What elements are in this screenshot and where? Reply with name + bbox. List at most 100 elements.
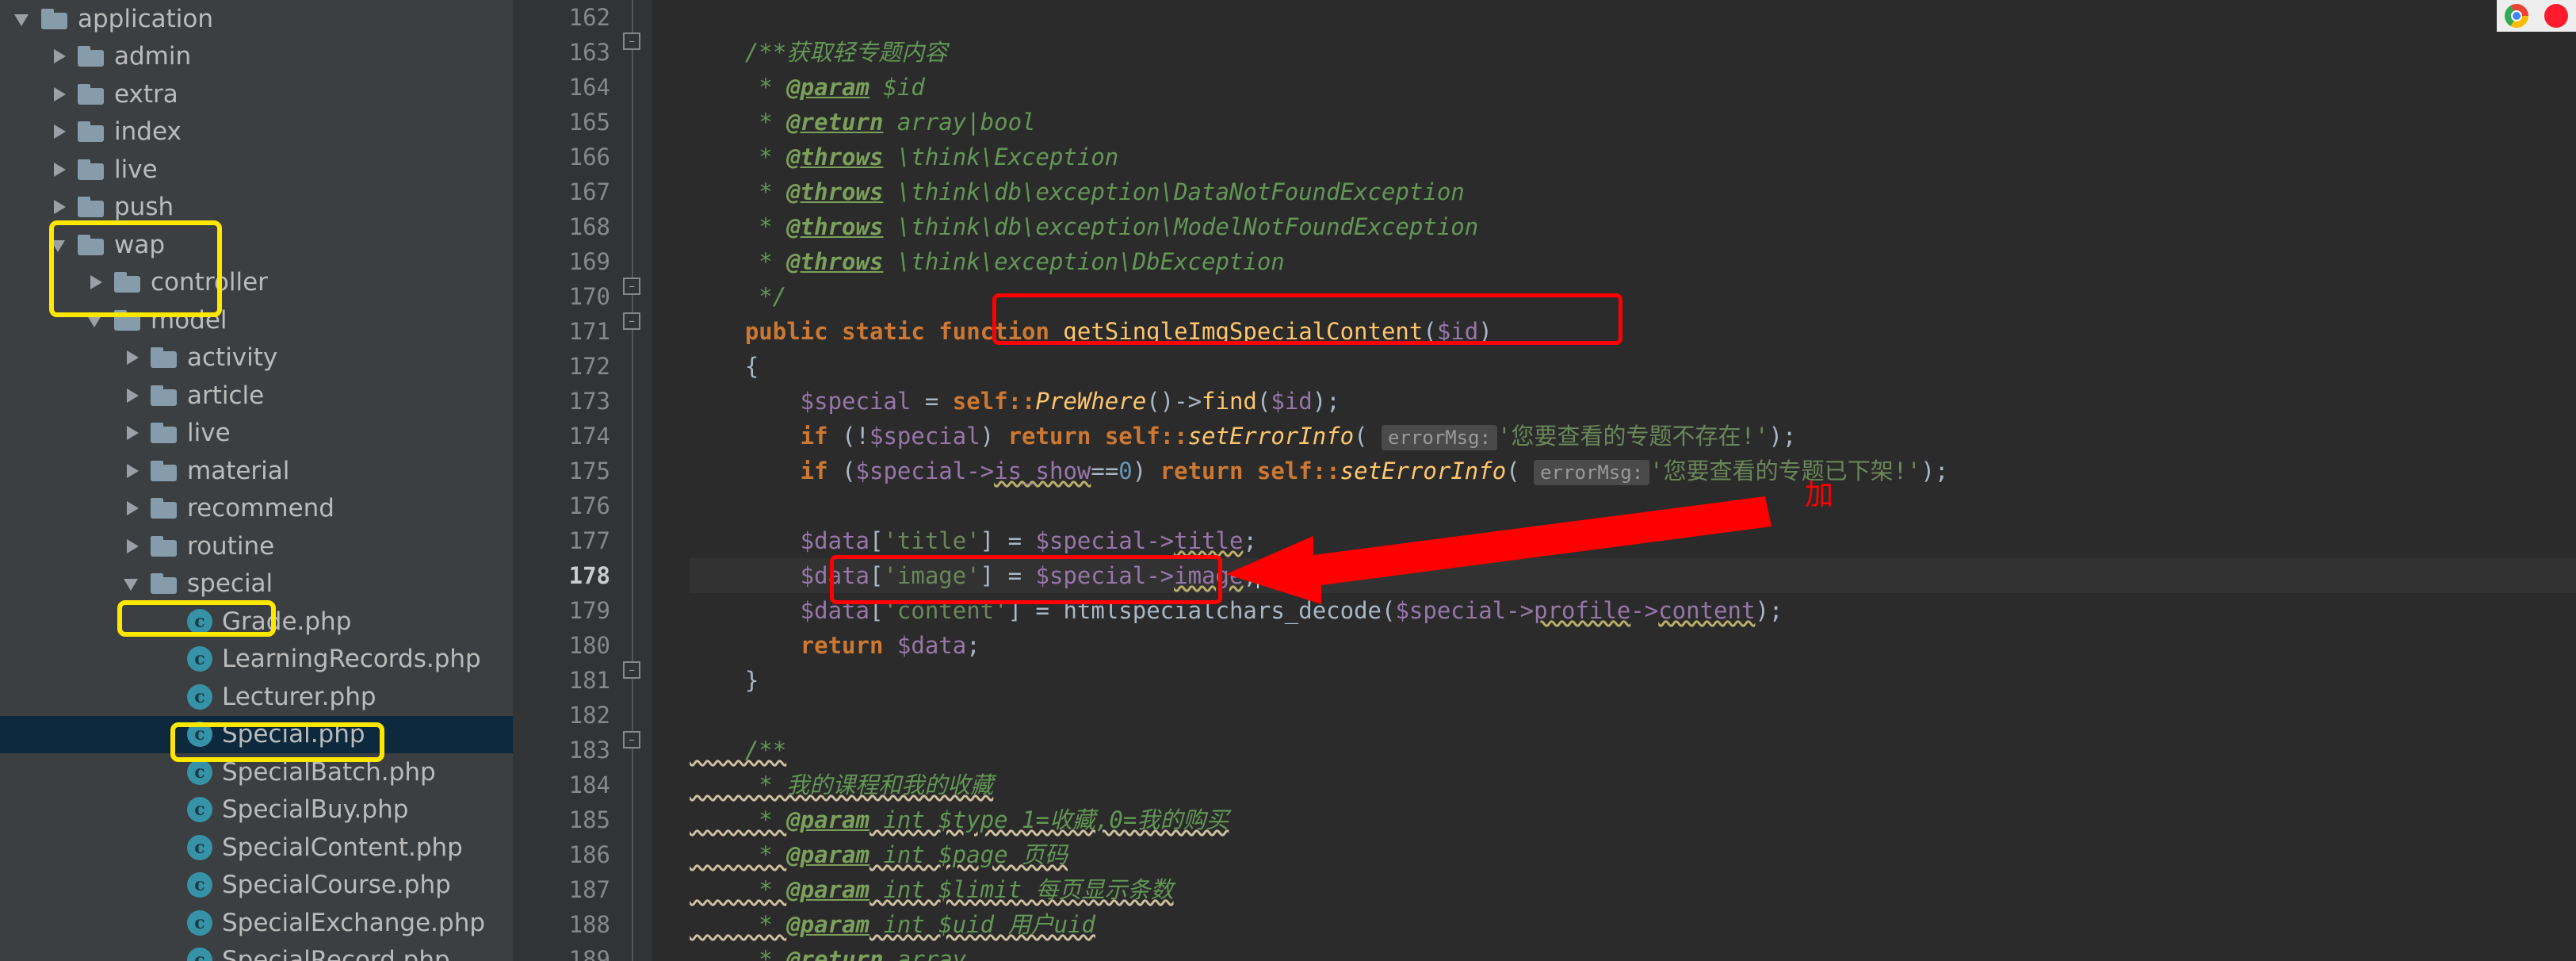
fold-marker-181[interactable]: – <box>623 661 640 679</box>
chevron-right-icon[interactable] <box>120 421 144 445</box>
code-line-182[interactable] <box>690 698 2576 733</box>
chevron-down-icon[interactable] <box>11 7 35 31</box>
editor-area[interactable]: 162 163 164 165 166 167 168 169 170 171 172 173 174 1… <box>513 0 2576 961</box>
tree-item-live[interactable]: live <box>0 415 513 453</box>
code-line-176[interactable] <box>690 488 2576 523</box>
code-line-165[interactable]: * @return array|bool <box>690 105 2576 140</box>
tree-item-specialbatch-php[interactable]: c SpecialBatch.php <box>0 753 513 791</box>
chevron-right-icon[interactable] <box>120 459 144 483</box>
tree-item-recommend[interactable]: recommend <box>0 490 513 528</box>
chevron-right-icon[interactable] <box>84 270 108 294</box>
project-tree-panel[interactable]: application admin extra index live push wap con… <box>0 0 513 961</box>
keyword-if: if <box>690 458 843 484</box>
tree-item-admin[interactable]: admin <box>0 38 513 76</box>
bracket: ] = <box>980 562 1036 589</box>
code-line-189[interactable]: * @return array <box>690 942 2576 961</box>
tree-item-learningrecords-php[interactable]: c LearningRecords.php <box>0 641 513 679</box>
fold-marker-183[interactable]: – <box>623 731 640 749</box>
code-line-170[interactable]: */ <box>690 279 2576 314</box>
tree-item-article[interactable]: article <box>0 377 513 415</box>
code-line-180[interactable]: return $data; <box>690 628 2576 663</box>
tree-item-label: SpecialBuy.php <box>222 795 409 825</box>
code-text[interactable]: /**获取轻专题内容 * @param $id * @return array|… <box>652 0 2576 961</box>
chevron-right-icon[interactable] <box>120 346 144 369</box>
tree-item-index[interactable]: index <box>0 113 513 151</box>
annotation-label-add: 加 <box>1805 479 1834 511</box>
code-line-167[interactable]: * @throws \think\db\exception\DataNotFou… <box>690 174 2576 209</box>
tree-item-specialexchange-php[interactable]: c SpecialExchange.php <box>0 904 513 942</box>
line-number-177: 177 <box>568 527 610 554</box>
tree-item-specialbuy-php[interactable]: c SpecialBuy.php <box>0 791 513 829</box>
chevron-down-icon[interactable] <box>48 233 71 257</box>
tree-item-special[interactable]: special <box>0 565 513 603</box>
opera-icon[interactable] <box>2544 4 2568 28</box>
chevron-right-icon[interactable] <box>48 158 71 182</box>
code-line-166[interactable]: * @throws \think\Exception <box>690 140 2576 174</box>
code-line-183[interactable]: /** <box>690 733 2576 768</box>
chevron-right-icon[interactable] <box>120 534 144 558</box>
tree-item-controller[interactable]: controller <box>0 264 513 302</box>
code-line-163[interactable]: /**获取轻专题内容 <box>690 35 2576 70</box>
code-line-172[interactable]: { <box>690 349 2576 384</box>
chevron-right-icon[interactable] <box>120 496 144 520</box>
code-line-184[interactable]: * 我的课程和我的收藏 <box>690 768 2576 802</box>
tree-item-specialrecord-php[interactable]: c SpecialRecord.php <box>0 942 513 961</box>
code-line-186[interactable]: * @param int $page 页码 <box>690 837 2576 872</box>
tree-item-label: admin <box>114 42 192 71</box>
chevron-right-icon[interactable] <box>48 195 71 219</box>
line-number-gutter: 162 163 164 165 166 167 168 169 170 171 172 173 174 1… <box>513 0 652 961</box>
code-line-173[interactable]: $special = self::PreWhere()->find($id); <box>690 384 2576 419</box>
chevron-right-icon[interactable] <box>48 120 71 144</box>
tree-item-push[interactable]: push <box>0 189 513 227</box>
folder-icon <box>151 573 178 595</box>
tree-item-routine[interactable]: routine <box>0 527 513 565</box>
folder-icon <box>78 46 105 67</box>
code-line-171[interactable]: public static function getSingleImgSpeci… <box>690 314 2576 349</box>
tree-item-special-php[interactable]: c Special.php <box>0 715 513 753</box>
tree-item-material[interactable]: material <box>0 452 513 490</box>
fold-marker-163[interactable]: – <box>623 33 640 50</box>
chrome-icon[interactable] <box>2505 4 2528 28</box>
code-line-187[interactable]: * @param int $limit 每页显示条数 <box>690 872 2576 907</box>
tree-item-model[interactable]: model <box>0 301 513 339</box>
fold-marker-171[interactable]: – <box>623 312 640 330</box>
code-line-164[interactable]: * @param $id <box>690 70 2576 105</box>
code-line-162[interactable] <box>690 0 2576 35</box>
tree-item-live[interactable]: live <box>0 151 513 189</box>
tree-item-activity[interactable]: activity <box>0 339 513 377</box>
tree-item-label: index <box>114 117 182 147</box>
semicolon: ; <box>1243 527 1257 554</box>
key-image: 'image' <box>883 562 980 589</box>
tree-item-application[interactable]: application <box>0 0 513 38</box>
tree-item-label: wap <box>114 230 166 259</box>
tree-item-label: live <box>114 155 158 184</box>
chevron-down-icon[interactable] <box>120 572 144 595</box>
code-line-175[interactable]: if ($special->is_show==0) return self::s… <box>690 454 2576 488</box>
code-line-169[interactable]: * @throws \think\exception\DbException <box>690 244 2576 279</box>
code-line-185[interactable]: * @param int $type 1=收藏,0=我的购买 <box>690 802 2576 837</box>
tree-item-wap[interactable]: wap <box>0 226 513 264</box>
code-line-181[interactable]: } <box>690 663 2576 698</box>
tree-item-specialcourse-php[interactable]: c SpecialCourse.php <box>0 867 513 905</box>
fold-marker-170[interactable]: – <box>623 278 640 295</box>
code-line-179[interactable]: $data['content'] = htmlspecialchars_deco… <box>690 593 2576 628</box>
comment-star: * <box>690 144 787 170</box>
code-line-188[interactable]: * @param int $uid 用户uid <box>690 907 2576 942</box>
line-number-187: 187 <box>568 876 610 903</box>
code-line-168[interactable]: * @throws \think\db\exception\ModelNotFo… <box>690 209 2576 244</box>
tree-item-grade-php[interactable]: c Grade.php <box>0 603 513 641</box>
chevron-down-icon[interactable] <box>84 308 108 332</box>
code-line-177[interactable]: $data['title'] = $special->title; <box>690 523 2576 558</box>
comment-star: * <box>690 841 787 868</box>
chevron-right-icon[interactable] <box>48 44 71 68</box>
tree-item-specialcontent-php[interactable]: c SpecialContent.php <box>0 829 513 867</box>
javadoc-throws: @throws <box>786 248 884 275</box>
var-special: $special-> <box>855 458 995 484</box>
line-number-175: 175 <box>568 458 610 484</box>
code-line-178[interactable]: $data['image'] = $special->image; <box>690 558 2576 593</box>
tree-item-extra[interactable]: extra <box>0 75 513 113</box>
chevron-right-icon[interactable] <box>120 384 144 408</box>
chevron-right-icon[interactable] <box>48 82 71 106</box>
code-line-174[interactable]: if (!$special) return self::setErrorInfo… <box>690 419 2576 454</box>
tree-item-lecturer-php[interactable]: c Lecturer.php <box>0 678 513 716</box>
